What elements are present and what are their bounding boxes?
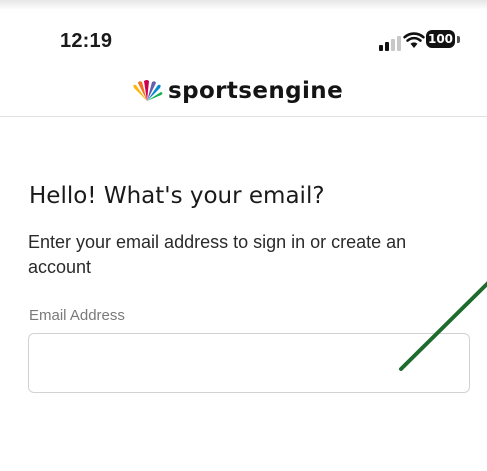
header-bar: sportsengine — [0, 70, 487, 117]
signin-screen: 12:19 100 sportsengine Hello! What's you… — [0, 0, 487, 471]
peacock-icon — [133, 80, 163, 101]
email-field[interactable] — [28, 333, 470, 393]
battery-icon: 100 — [426, 30, 462, 50]
email-label: Email Address — [29, 307, 125, 324]
status-time: 12:19 — [60, 30, 113, 52]
brand-logo: sportsengine — [130, 76, 343, 106]
battery-level: 100 — [426, 30, 455, 48]
brand-name: sportsengine — [168, 78, 344, 104]
wifi-icon — [403, 32, 425, 48]
battery-cap — [457, 36, 460, 43]
signal-icon — [379, 36, 401, 51]
page-subtitle: Enter your email address to sign in or c… — [28, 232, 407, 277]
page-title: Hello! What's your email? — [29, 183, 325, 209]
status-bar: 12:19 100 — [0, 0, 487, 70]
